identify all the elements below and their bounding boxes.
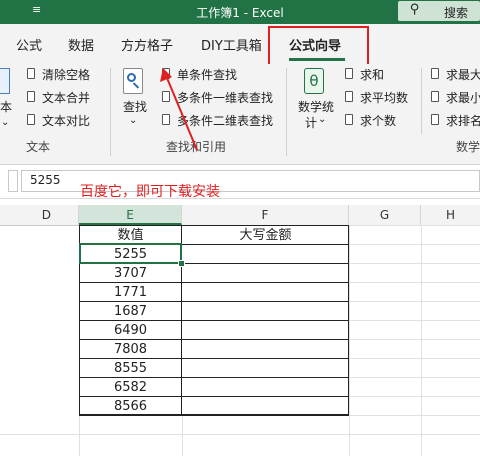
annotation-arrow [160,68,198,151]
